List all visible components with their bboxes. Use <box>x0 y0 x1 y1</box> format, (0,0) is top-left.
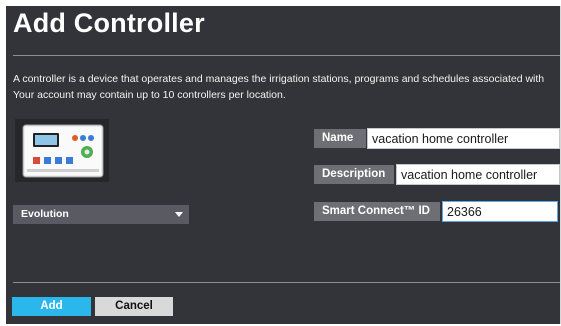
chevron-down-icon <box>175 212 183 217</box>
title-divider <box>13 55 560 56</box>
smart-connect-id-field[interactable]: 26366 <box>442 201 558 222</box>
controller-model-value: Evolution <box>21 208 69 220</box>
controller-model-select[interactable]: Evolution <box>13 205 189 224</box>
footer-divider <box>13 282 560 283</box>
controller-device-icon <box>22 124 104 178</box>
page-title: Add Controller <box>13 8 205 38</box>
name-label: Name <box>314 129 366 148</box>
page-description: A controller is a device that operates a… <box>13 71 560 103</box>
smart-connect-label: Smart Connect™ ID <box>314 202 440 221</box>
description-label: Description <box>314 165 394 184</box>
description-field[interactable]: vacation home controller <box>396 164 560 185</box>
description-line: Your account may contain up to 10 contro… <box>13 89 286 101</box>
description-line: A controller is a device that operates a… <box>13 73 545 85</box>
cancel-button[interactable]: Cancel <box>95 297 173 316</box>
controller-device-image <box>15 119 109 182</box>
add-button[interactable]: Add <box>12 297 91 316</box>
name-field[interactable]: vacation home controller <box>367 128 560 149</box>
add-controller-panel: Add Controller A controller is a device … <box>6 6 561 324</box>
